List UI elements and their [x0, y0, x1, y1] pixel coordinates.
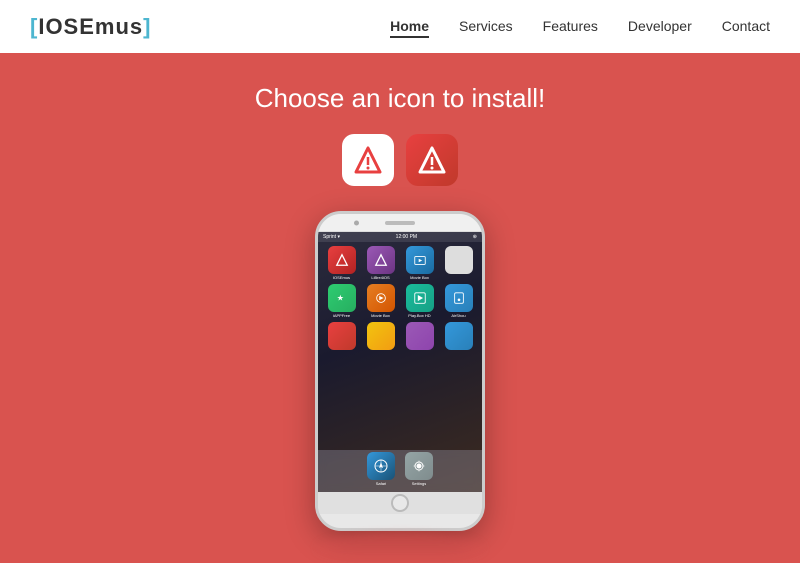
phone-apps-grid: IOSEmus LiBre4iOS Movie Box	[318, 242, 482, 355]
dock-item-settings[interactable]: Settings	[405, 452, 433, 486]
app-logo-white-icon	[352, 144, 384, 176]
app-icon-iappfree[interactable]: ★	[328, 284, 356, 312]
settings-icon[interactable]	[405, 452, 433, 480]
phone-screen: Sprint ▾ 12:00 PM ⊛ IOSEmus	[318, 232, 482, 492]
logo-bracket-right: ]	[143, 14, 151, 39]
nav-link-developer[interactable]: Developer	[628, 18, 692, 34]
phone-top-bar	[318, 214, 482, 232]
list-item[interactable]: IOSEmus	[324, 246, 359, 280]
icon-choice-red[interactable]	[406, 134, 458, 186]
app-icon-extra3[interactable]	[406, 322, 434, 350]
logo: [IOSEmus]	[30, 14, 151, 40]
phone-dock: Safari Settings	[318, 450, 482, 492]
nav-link-contact[interactable]: Contact	[722, 18, 770, 34]
app-label-playboxhd: Play.Box HD	[408, 313, 430, 318]
app-icon-empty1[interactable]	[445, 246, 473, 274]
safari-icon[interactable]	[367, 452, 395, 480]
nav-links: Home Services Features Developer Contact	[390, 18, 770, 36]
nav-link-home[interactable]: Home	[390, 18, 429, 38]
phone-speaker	[385, 221, 415, 225]
phone-bottom-bar	[318, 492, 482, 514]
app-icon-libre4ios[interactable]	[367, 246, 395, 274]
list-item[interactable]: Play.Box HD	[402, 284, 437, 318]
dock-label-settings: Settings	[412, 481, 426, 486]
phone-status-bar: Sprint ▾ 12:00 PM ⊛	[318, 232, 482, 242]
nav-item-contact[interactable]: Contact	[722, 18, 770, 36]
app-label-iosemus: IOSEmus	[333, 275, 350, 280]
nav-link-features[interactable]: Features	[543, 18, 598, 34]
list-item[interactable]	[441, 246, 476, 280]
phone-camera	[354, 220, 359, 225]
nav-item-services[interactable]: Services	[459, 18, 513, 36]
list-item[interactable]	[441, 322, 476, 351]
status-time: 12:00 PM	[396, 234, 417, 240]
list-item[interactable]	[363, 322, 398, 351]
logo-text: IOSEmus	[38, 14, 143, 39]
app-label-iappfree: iAPPFree	[333, 313, 350, 318]
nav-link-services[interactable]: Services	[459, 18, 513, 34]
dock-label-safari: Safari	[376, 481, 386, 486]
list-item[interactable]	[324, 322, 359, 351]
list-item[interactable]: LiBre4iOS	[363, 246, 398, 280]
status-battery: ⊛	[473, 234, 477, 240]
list-item[interactable]: Movie Box	[402, 246, 437, 280]
main-content: Choose an icon to install!	[0, 53, 800, 541]
app-icon-extra1[interactable]	[328, 322, 356, 350]
app-icon-playboxhd[interactable]	[406, 284, 434, 312]
nav-item-developer[interactable]: Developer	[628, 18, 692, 36]
svg-text:★: ★	[336, 294, 343, 303]
app-icon-iosemus[interactable]	[328, 246, 356, 274]
app-icon-extra4[interactable]	[445, 322, 473, 350]
app-icon-moviebox[interactable]	[406, 246, 434, 274]
app-icon-airshou[interactable]	[445, 284, 473, 312]
nav-item-home[interactable]: Home	[390, 18, 429, 36]
list-item[interactable]	[402, 322, 437, 351]
home-button[interactable]	[391, 494, 409, 512]
phone-container: Sprint ▾ 12:00 PM ⊛ IOSEmus	[315, 211, 485, 541]
phone: Sprint ▾ 12:00 PM ⊛ IOSEmus	[315, 211, 485, 531]
app-icon-moviebox2[interactable]	[367, 284, 395, 312]
app-label-moviebox: Movie Box	[410, 275, 429, 280]
phone-reflection	[318, 533, 483, 563]
app-logo-red-icon	[416, 144, 448, 176]
app-icon-extra2[interactable]	[367, 322, 395, 350]
icon-choices	[342, 134, 458, 186]
list-item[interactable]: Movie Box	[363, 284, 398, 318]
list-item[interactable]: AirShou	[441, 284, 476, 318]
navbar: [IOSEmus] Home Services Features Develop…	[0, 0, 800, 53]
list-item[interactable]: ★ iAPPFree	[324, 284, 359, 318]
app-label-libre4ios: LiBre4iOS	[371, 275, 389, 280]
nav-item-features[interactable]: Features	[543, 18, 598, 36]
app-label-airshou: AirShou	[451, 313, 465, 318]
page-heading: Choose an icon to install!	[255, 83, 546, 114]
dock-item-safari[interactable]: Safari	[367, 452, 395, 486]
icon-choice-white[interactable]	[342, 134, 394, 186]
app-label-moviebox2: Movie Box	[371, 313, 390, 318]
status-carrier: Sprint ▾	[323, 234, 340, 240]
